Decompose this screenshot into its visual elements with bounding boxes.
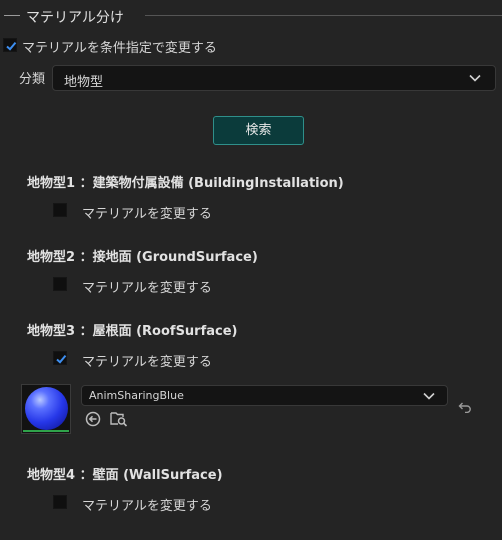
chevron-down-icon — [469, 74, 481, 82]
change-material-label[interactable]: マテリアルを変更する — [82, 203, 212, 222]
section-header[interactable]: マテリアル分け — [0, 6, 502, 26]
change-material-label[interactable]: マテリアルを変更する — [82, 495, 212, 514]
chevron-down-icon — [423, 392, 435, 400]
change-by-condition-label[interactable]: マテリアルを条件指定で変更する — [22, 37, 217, 56]
change-material-label[interactable]: マテリアルを変更する — [82, 277, 212, 296]
browse-asset-icon[interactable] — [110, 410, 128, 427]
material-type-bar — [23, 430, 69, 432]
category-title: 地物型2 ：接地面 (GroundSurface) — [27, 250, 258, 265]
category-title: 地物型4 ：壁面 (WallSurface) — [27, 468, 223, 483]
reset-to-default-icon[interactable] — [458, 401, 472, 413]
material-value: AnimSharingBlue — [89, 389, 184, 402]
classification-label: 分類 — [19, 72, 46, 87]
category-title: 地物型3 ：屋根面 (RoofSurface) — [27, 324, 238, 339]
change-material-label[interactable]: マテリアルを変更する — [82, 351, 212, 370]
search-button[interactable]: 検索 — [213, 116, 304, 145]
classification-dropdown[interactable]: 地物型 — [52, 65, 496, 91]
material-preview-sphere — [25, 387, 68, 430]
section-title: マテリアル分け — [26, 10, 124, 26]
change-by-condition-checkbox[interactable] — [3, 38, 17, 52]
change-material-checkbox[interactable] — [53, 277, 67, 291]
divider — [145, 15, 502, 16]
use-selected-asset-icon[interactable] — [85, 411, 101, 427]
change-material-checkbox[interactable] — [53, 495, 67, 509]
category-title: 地物型1 ：建築物付属設備 (BuildingInstallation) — [27, 176, 344, 191]
checkmark-icon — [6, 41, 17, 51]
checkmark-icon — [56, 354, 67, 364]
divider — [4, 15, 20, 16]
change-material-checkbox[interactable] — [53, 203, 67, 217]
material-thumbnail[interactable] — [21, 384, 71, 434]
change-material-checkbox[interactable] — [53, 351, 67, 365]
classification-value: 地物型 — [64, 75, 104, 90]
material-dropdown[interactable]: AnimSharingBlue — [81, 385, 448, 406]
